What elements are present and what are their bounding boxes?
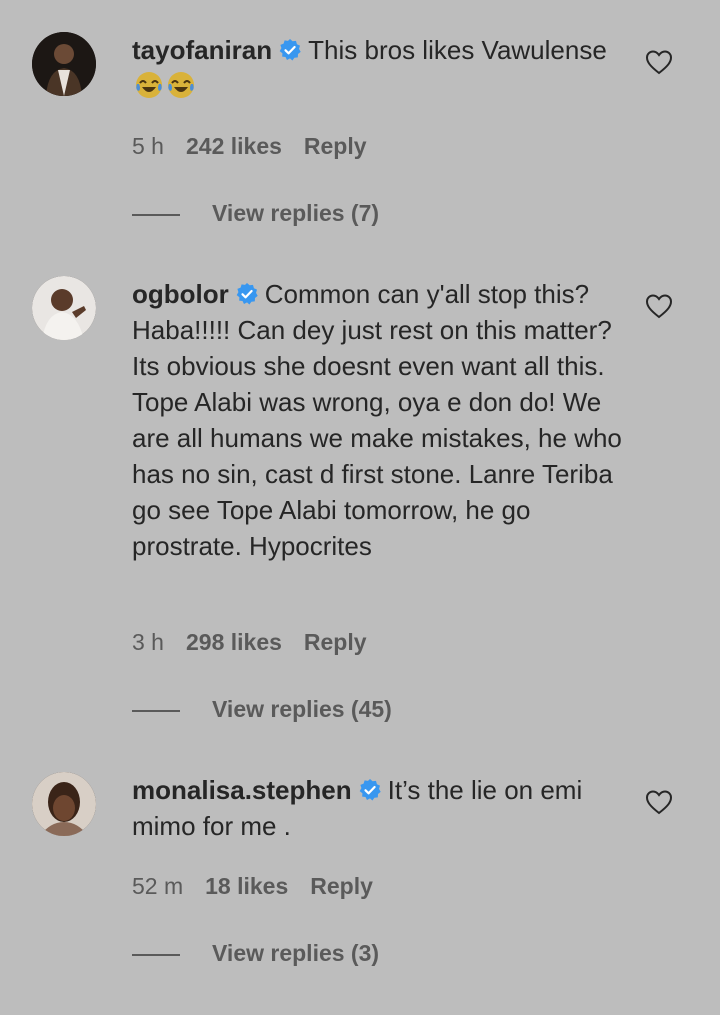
comment-time: 5 h bbox=[132, 133, 164, 159]
verified-badge-icon bbox=[279, 39, 301, 61]
comment-text: This bros likes Vawulense bbox=[308, 35, 607, 65]
comment-likes[interactable]: 242 likes bbox=[186, 131, 282, 161]
comment-likes[interactable]: 18 likes bbox=[205, 871, 288, 901]
verified-badge-icon bbox=[359, 779, 381, 801]
reply-button[interactable]: Reply bbox=[310, 871, 373, 901]
comment-text: Common can y'all stop this? Haba!!!!! Ca… bbox=[132, 279, 622, 561]
view-replies-button[interactable]: View replies (45) bbox=[132, 694, 392, 724]
comment-body: ogbolor Common can y'all stop this? Haba!… bbox=[132, 276, 622, 564]
comment-username[interactable]: tayofaniran bbox=[132, 35, 272, 65]
comment-meta: 52 m 18 likes Reply bbox=[132, 871, 373, 901]
comment-meta: 3 h 298 likes Reply bbox=[132, 627, 367, 657]
heart-outline-icon[interactable] bbox=[645, 49, 673, 75]
divider-line bbox=[132, 953, 180, 956]
comment-time: 52 m bbox=[132, 873, 184, 899]
heart-outline-icon[interactable] bbox=[645, 293, 673, 319]
view-replies-label: View replies (45) bbox=[212, 696, 392, 722]
view-replies-label: View replies (7) bbox=[212, 200, 380, 226]
comment-likes[interactable]: 298 likes bbox=[186, 627, 282, 657]
comment-body: monalisa.stephen It’s the lie on emi mimo… bbox=[132, 772, 622, 844]
reply-button[interactable]: Reply bbox=[304, 131, 367, 161]
view-replies-button[interactable]: View replies (3) bbox=[132, 938, 379, 968]
comment-body: tayofaniran This bros likes Vawulense bbox=[132, 32, 622, 104]
comments-list: tayofaniran This bros likes Vawulense 5 h… bbox=[0, 0, 720, 1015]
comment-time: 3 h bbox=[132, 629, 164, 655]
divider-line bbox=[132, 213, 180, 216]
divider-line bbox=[132, 709, 180, 712]
comment-meta: 5 h 242 likes Reply bbox=[132, 131, 367, 161]
verified-badge-icon bbox=[236, 283, 258, 305]
avatar[interactable] bbox=[32, 32, 96, 96]
heart-outline-icon[interactable] bbox=[645, 789, 673, 815]
view-replies-label: View replies (3) bbox=[212, 940, 380, 966]
tears-of-joy-emoji bbox=[136, 72, 162, 98]
view-replies-button[interactable]: View replies (7) bbox=[132, 198, 379, 228]
avatar[interactable] bbox=[32, 276, 96, 340]
comment-username[interactable]: monalisa.stephen bbox=[132, 775, 352, 805]
comment-username[interactable]: ogbolor bbox=[132, 279, 229, 309]
avatar[interactable] bbox=[32, 772, 96, 836]
tears-of-joy-emoji bbox=[168, 72, 194, 98]
reply-button[interactable]: Reply bbox=[304, 627, 367, 657]
